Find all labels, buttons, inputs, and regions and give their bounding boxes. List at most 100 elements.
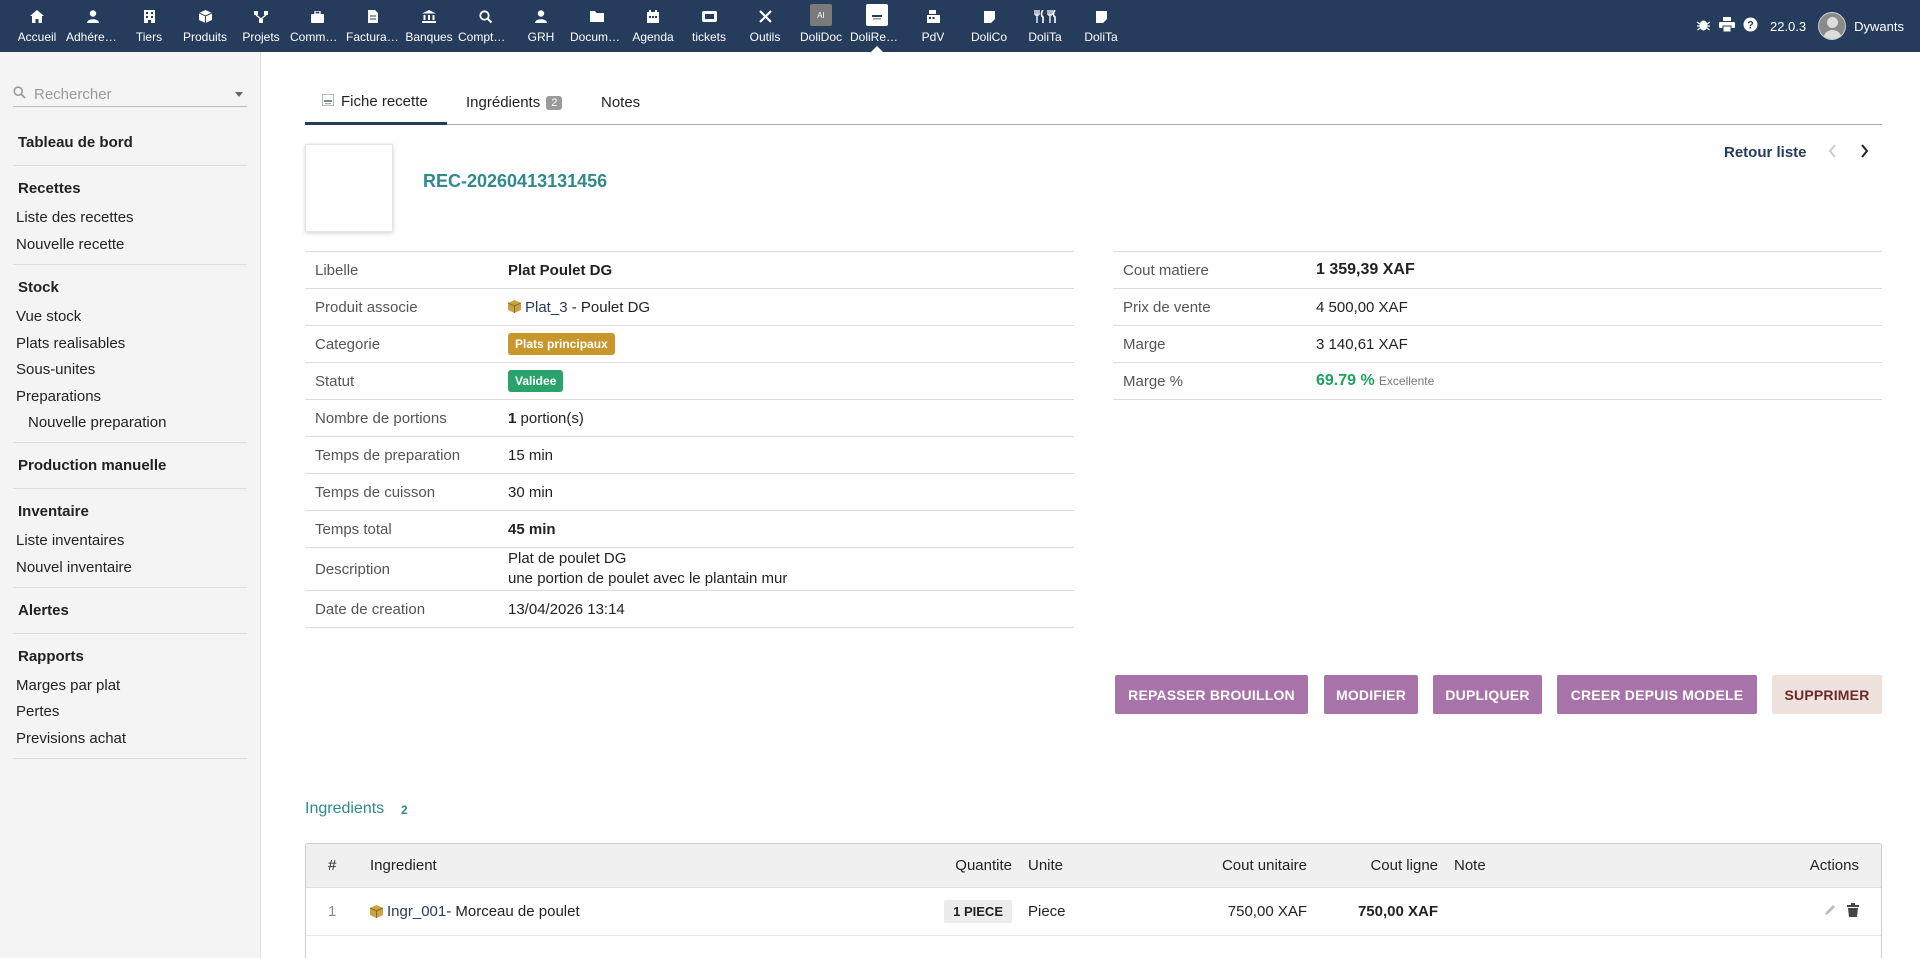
menu-dolita-1[interactable]: DoliTa	[1017, 0, 1073, 52]
sidebar-item-preparations[interactable]: Preparations	[16, 388, 101, 405]
sidebar-item-nouvelle-recette[interactable]: Nouvelle recette	[16, 236, 124, 253]
sidebar-item-liste-inventaires[interactable]: Liste inventaires	[16, 532, 124, 549]
col-quantite: Quantite	[955, 857, 1012, 874]
menu-dolirecettes[interactable]: DoliRecettes	[849, 0, 905, 52]
tab-fiche-recette[interactable]: Fiche recette	[305, 80, 447, 125]
divider	[13, 442, 247, 443]
user-name[interactable]: Dywants	[1854, 19, 1904, 34]
margin-percent: 69.79 %	[1316, 372, 1375, 389]
home-icon	[30, 8, 44, 25]
top-right-tools: ? 22.0.3 Dywants	[1696, 0, 1920, 52]
field-prep-value: 15 min	[498, 436, 1074, 474]
field-marge-value: 3 140,61 XAF	[1306, 325, 1882, 363]
col-cout-ligne: Cout ligne	[1370, 857, 1438, 874]
next-arrow-icon[interactable]	[1860, 144, 1869, 162]
field-row: Nombre de portions 1 portion(s)	[305, 399, 1074, 437]
menu-facturation[interactable]: Facturation	[345, 0, 401, 52]
field-row: Date de creation 13/04/2026 13:14	[305, 590, 1074, 628]
supprimer-button[interactable]: SUPPRIMER	[1772, 675, 1882, 714]
menu-documents[interactable]: Documents	[569, 0, 625, 52]
sidebar-inventaire[interactable]: Inventaire	[18, 503, 89, 520]
menu-commercial[interactable]: Commercial	[289, 0, 345, 52]
field-label: Statut	[305, 362, 498, 400]
sidebar-item-nouvelle-preparation[interactable]: Nouvelle preparation	[28, 414, 166, 431]
edit-pencil-icon[interactable]	[1823, 903, 1837, 921]
trash-icon[interactable]	[1847, 902, 1859, 921]
print-icon[interactable]	[1718, 16, 1735, 36]
menu-comptabilite[interactable]: Comptabilité	[457, 0, 513, 52]
sidebar-item-vue-stock[interactable]: Vue stock	[16, 308, 81, 325]
menu-dolidoc[interactable]: AI DoliDoc	[793, 0, 849, 52]
field-row: Cout matiere 1 359,39 XAF	[1113, 251, 1882, 289]
user-avatar[interactable]	[1818, 12, 1847, 40]
sidebar-item-sous-unites[interactable]: Sous-unites	[16, 361, 95, 378]
table-header: # Ingredient Quantite Unite Cout unitair…	[306, 844, 1881, 888]
field-label: Temps de preparation	[305, 436, 498, 474]
field-row: Libelle Plat Poulet DG	[305, 251, 1074, 289]
menu-adherents[interactable]: Adhérents	[65, 0, 121, 52]
recipe-box-icon	[866, 4, 888, 26]
menu-outils[interactable]: Outils	[737, 0, 793, 52]
tab-label: Notes	[601, 94, 641, 111]
field-row: Marge % 69.79 % Excellente	[1113, 362, 1882, 400]
menu-dolita-2[interactable]: DoliTa	[1073, 0, 1129, 52]
user-tie-icon	[535, 8, 547, 25]
field-cout-value: 1 359,39 XAF	[1306, 251, 1882, 289]
field-row: Temps de preparation 15 min	[305, 436, 1074, 474]
field-total-value: 45 min	[498, 510, 1074, 548]
sidebar-dashboard[interactable]: Tableau de bord	[18, 134, 133, 151]
menu-dolico[interactable]: DoliCo	[961, 0, 1017, 52]
field-row: Categorie Plats principaux	[305, 325, 1074, 363]
sidebar-item-liste-recettes[interactable]: Liste des recettes	[16, 209, 134, 226]
sidebar-stock[interactable]: Stock	[18, 279, 59, 296]
menu-accueil[interactable]: Accueil	[9, 0, 65, 52]
search-input[interactable]: Rechercher	[13, 82, 247, 107]
back-to-list-link[interactable]: Retour liste	[1724, 144, 1807, 161]
divider	[13, 587, 247, 588]
col-num: #	[328, 857, 337, 874]
field-label: Produit associe	[305, 288, 498, 326]
menu-agenda[interactable]: Agenda	[625, 0, 681, 52]
field-row: Statut Validee	[305, 362, 1074, 400]
tab-label: Ingrédients	[466, 94, 541, 111]
repasser-brouillon-button[interactable]: REPASSER BROUILLON	[1115, 675, 1308, 714]
margin-rating: Excellente	[1378, 374, 1435, 388]
row-cout-ligne: 750,00 XAF	[1357, 903, 1438, 920]
recipe-photo[interactable]	[305, 144, 393, 232]
cash-register-icon	[926, 8, 940, 25]
search-doc-icon	[478, 8, 492, 25]
sidebar-recettes[interactable]: Recettes	[18, 180, 81, 197]
field-label: Categorie	[305, 325, 498, 363]
help-icon[interactable]: ?	[1743, 17, 1758, 36]
modifier-button[interactable]: MODIFIER	[1324, 675, 1418, 714]
sidebar-item-nouvel-inventaire[interactable]: Nouvel inventaire	[16, 559, 132, 576]
menu-tiers[interactable]: Tiers	[121, 0, 177, 52]
project-icon	[254, 8, 268, 25]
sidebar-item-pertes[interactable]: Pertes	[16, 703, 59, 720]
sidebar-rapports[interactable]: Rapports	[18, 648, 84, 665]
sidebar-item-plats-realisables[interactable]: Plats realisables	[16, 335, 125, 352]
ingredient-link[interactable]: Ingr_001	[387, 903, 446, 920]
recipe-tab-icon	[322, 93, 334, 110]
row-quantite: 1 PIECE	[944, 888, 1012, 935]
menu-produits[interactable]: Produits	[177, 0, 233, 52]
sidebar-alertes[interactable]: Alertes	[18, 602, 69, 619]
previous-arrow-icon[interactable]	[1828, 144, 1837, 162]
bug-icon[interactable]	[1696, 17, 1711, 36]
sidebar-item-marges-par-plat[interactable]: Marges par plat	[16, 677, 120, 694]
tab-notes[interactable]: Notes	[601, 80, 640, 125]
tab-ingredients[interactable]: Ingrédients 2	[466, 80, 563, 125]
menu-tickets[interactable]: tickets	[681, 0, 737, 52]
menu-pdv[interactable]: PdV	[905, 0, 961, 52]
sidebar-production[interactable]: Production manuelle	[18, 457, 166, 474]
creer-depuis-modele-button[interactable]: CREER DEPUIS MODELE	[1557, 675, 1757, 714]
product-link[interactable]: Plat_3	[525, 299, 568, 316]
divider	[13, 488, 247, 489]
menu-banques[interactable]: Banques	[401, 0, 457, 52]
field-label: Prix de vente	[1113, 288, 1306, 326]
dupliquer-button[interactable]: DUPLIQUER	[1433, 675, 1542, 714]
menu-grh[interactable]: GRH	[513, 0, 569, 52]
sidebar-item-previsions-achat[interactable]: Previsions achat	[16, 730, 126, 747]
chevron-down-icon[interactable]	[235, 91, 243, 97]
menu-projets[interactable]: Projets	[233, 0, 289, 52]
